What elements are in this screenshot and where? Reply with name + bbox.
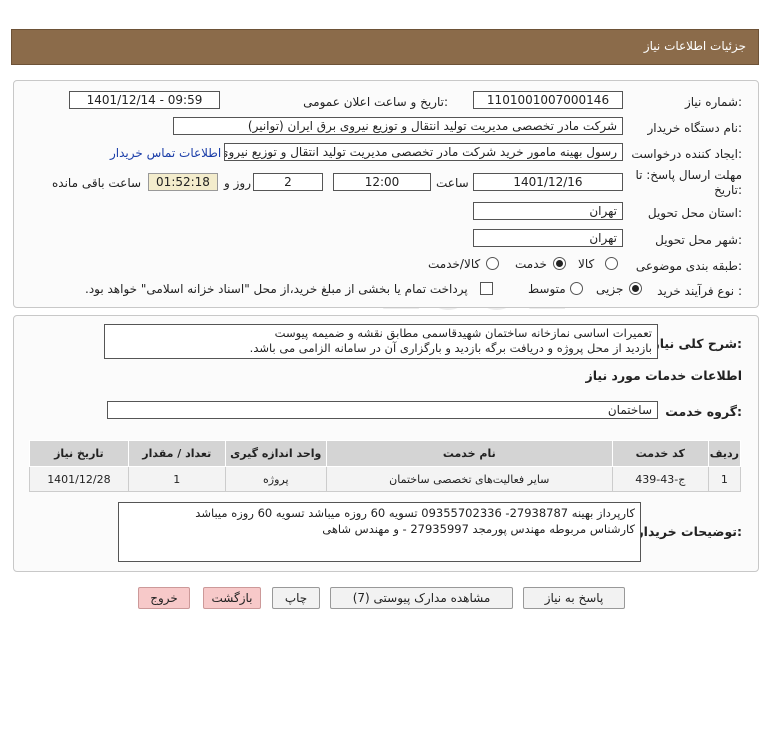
description-box: تعمیرات اساسی نمازخانه ساختمان شهیدقاسمی… [104, 324, 658, 359]
category-radio-goods[interactable] [605, 257, 618, 270]
process-label: نوع فرآیند خرید : [657, 284, 742, 298]
cell-service-code: ج-43-439 [611, 466, 709, 492]
need-number-label: شماره نیاز: [684, 95, 742, 109]
category-label: طبقه بندی موضوعی: [635, 259, 742, 273]
deadline-label-line1: مهلت ارسال پاسخ: تا [635, 168, 742, 182]
services-section-title: اطلاعات خدمات مورد نیاز [585, 368, 743, 383]
reply-button[interactable]: پاسخ به نیاز [523, 587, 625, 609]
days-field: 2 [253, 173, 323, 191]
city-label: شهر محل تحویل: [655, 233, 742, 247]
deadline-label: مهلت ارسال پاسخ: تا تاریخ: [635, 168, 742, 198]
col-service-code: کد خدمت [611, 440, 709, 467]
category-option-service: خدمت [515, 257, 547, 271]
cell-service-name: سایر فعالیت‌های تخصصی ساختمان [325, 466, 613, 492]
description-line-1: تعمیرات اساسی نمازخانه ساختمان شهیدقاسمی… [274, 326, 652, 340]
process-radio-minor[interactable] [629, 282, 642, 295]
days-label: روز و [224, 176, 251, 190]
col-service-name: نام خدمت [325, 440, 613, 467]
city-field: تهران [473, 229, 623, 247]
deadline-date-field: 1401/12/16 [473, 173, 623, 191]
remaining-time-label: ساعت باقی مانده [52, 176, 142, 190]
remaining-time-field: 01:52:18 [148, 173, 218, 191]
page-header: جزئیات اطلاعات نیاز [11, 29, 759, 65]
category-radio-goods-service[interactable] [486, 257, 499, 270]
table-row: 1 ج-43-439 سایر فعالیت‌های تخصصی ساختمان… [29, 466, 742, 492]
service-group-field: ساختمان [107, 401, 658, 419]
need-number-field: 1101001007000146 [473, 91, 623, 109]
cell-row: 1 [707, 466, 742, 492]
deadline-time-label: ساعت [436, 176, 469, 190]
col-row: ردیف [707, 440, 742, 467]
deadline-time-field: 12:00 [333, 173, 431, 191]
buyer-field: شرکت مادر تخصصی مدیریت تولید انتقال و تو… [173, 117, 623, 135]
province-label: استان محل تحویل: [647, 206, 742, 220]
cell-need-date: 1401/12/28 [29, 466, 129, 492]
creator-label: ایجاد کننده درخواست: [631, 147, 742, 161]
back-button[interactable]: بازگشت [203, 587, 261, 609]
process-option-minor: جزیی [596, 282, 624, 296]
description-label: شرح کلی نیاز: [652, 336, 743, 351]
buyer-notes-box: کارپرداز بهینه 27938787- 09355702336 تسو… [118, 502, 641, 562]
buyer-label: نام دستگاه خریدار: [647, 121, 743, 135]
col-unit: واحد اندازه گیری [224, 440, 327, 467]
deadline-label-line2: تاریخ: [714, 183, 742, 197]
buyer-notes-line-2: کارشناس مربوطه مهندس پورمجد 27935997 - و… [322, 522, 635, 536]
category-option-goods-service: کالا/خدمت [428, 257, 481, 271]
exit-button[interactable]: خروج [138, 587, 190, 609]
creator-field: رسول بهینه مامور خرید شرکت مادر تخصصی مد… [224, 143, 623, 161]
announce-datetime-label: تاریخ و ساعت اعلان عمومی: [303, 95, 448, 109]
buyer-notes-line-1: کارپرداز بهینه 27938787- 09355702336 تسو… [195, 506, 635, 520]
service-group-label: گروه خدمت: [665, 404, 742, 419]
description-line-2: بازدید از محل پروژه و دریافت برگه بازدید… [249, 341, 652, 355]
category-option-goods: کالا [578, 257, 595, 271]
buyer-contact-link[interactable]: اطلاعات تماس خریدار [110, 146, 221, 160]
category-radio-service[interactable] [553, 257, 566, 270]
cell-quantity: 1 [127, 466, 226, 492]
treasury-payment-checkbox[interactable] [480, 282, 493, 295]
table-header-row: ردیف کد خدمت نام خدمت واحد اندازه گیری ت… [29, 440, 742, 467]
col-need-date: تاریخ نیاز [29, 440, 129, 467]
process-radio-medium[interactable] [570, 282, 583, 295]
view-attachments-button[interactable]: مشاهده مدارک پیوستی (7) [330, 587, 513, 609]
cell-unit: پروژه [224, 466, 327, 492]
page-title: جزئیات اطلاعات نیاز [643, 39, 746, 53]
province-field: تهران [473, 202, 623, 220]
process-option-medium: متوسط [528, 282, 566, 296]
announce-datetime-field: 1401/12/14 - 09:59 [69, 91, 220, 109]
col-quantity: تعداد / مقدار [127, 440, 226, 467]
print-button[interactable]: چاپ [272, 587, 320, 609]
services-table: ردیف کد خدمت نام خدمت واحد اندازه گیری ت… [29, 440, 742, 492]
buyer-notes-label: توضیحات خریدار: [636, 524, 742, 539]
treasury-payment-text: پرداخت تمام یا بخشی از مبلغ خرید،از محل … [85, 282, 468, 296]
